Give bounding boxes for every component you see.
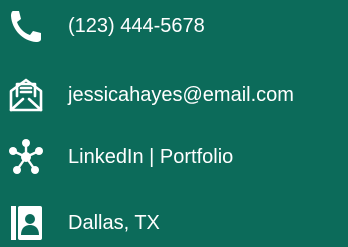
contact-card-icon xyxy=(6,203,46,243)
phone-number[interactable]: (123) 444-5678 xyxy=(68,14,205,38)
email-row: jessicahayes@email.com xyxy=(0,75,348,115)
location: Dallas, TX xyxy=(68,212,160,234)
location-row: Dallas, TX xyxy=(0,203,348,243)
profile-links[interactable]: LinkedIn | Portfolio xyxy=(68,145,233,169)
contact-list: (123) 444-5678 jessicahayes@email.com Li… xyxy=(0,0,348,247)
phone-row: (123) 444-5678 xyxy=(0,6,348,46)
links-row: LinkedIn | Portfolio xyxy=(0,137,348,177)
envelope-icon xyxy=(6,75,46,115)
phone-icon xyxy=(6,6,46,46)
network-icon xyxy=(6,137,46,177)
email-address[interactable]: jessicahayes@email.com xyxy=(68,83,294,107)
